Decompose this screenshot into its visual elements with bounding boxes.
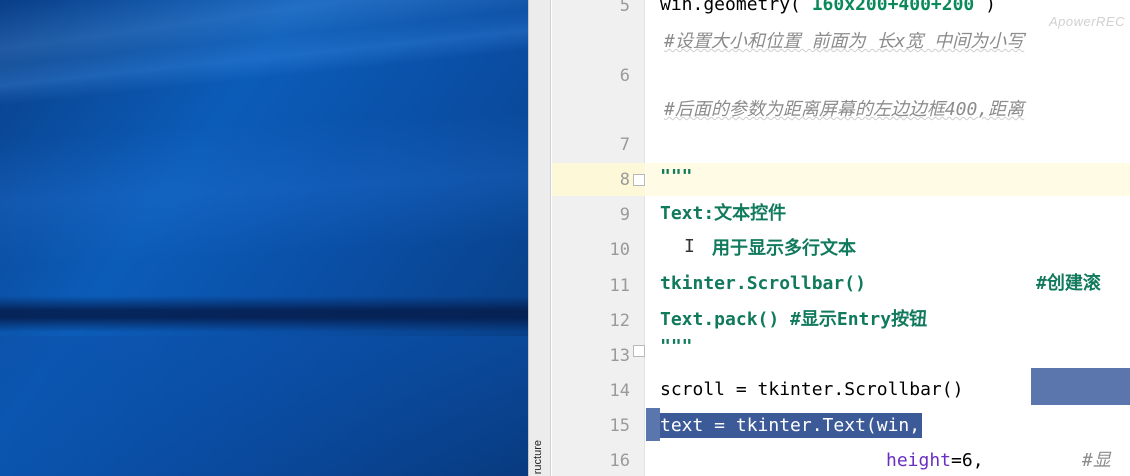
code-line[interactable]: """: [660, 336, 693, 358]
current-line-highlight: [646, 163, 1130, 196]
line-number: 8: [619, 170, 630, 190]
keyword-argument: height: [886, 450, 952, 471]
text-cursor-icon: I: [684, 236, 695, 257]
docstring-text: Text.pack() #显示Entry按钮: [660, 309, 928, 330]
code-text: ): [974, 0, 996, 15]
recorder-watermark: ApowerREC: [1048, 14, 1125, 29]
docstring-text: 用于显示多行文本: [712, 238, 856, 259]
structure-tool-strip[interactable]: ructure: [529, 0, 551, 476]
line-number: 10: [609, 240, 630, 260]
code-line[interactable]: 用于显示多行文本: [712, 238, 856, 260]
current-line-gutter-highlight: [552, 163, 645, 196]
comment: #后面的参数为距离屏幕的左边边框400,距离: [664, 99, 1025, 120]
wallpaper-lower-band: [0, 336, 528, 476]
code-text: win.geometry(: [660, 0, 812, 15]
comment: #设置大小和位置 前面为 长x宽 中间为小写: [664, 31, 1025, 52]
line-number: 13: [609, 346, 630, 366]
code-line[interactable]: #显: [1082, 450, 1111, 472]
code-text: =6,: [951, 450, 984, 471]
selected-text: text = tkinter.Text(win,: [660, 413, 923, 438]
fold-marker-icon[interactable]: [633, 345, 645, 357]
code-line[interactable]: Text.pack() #显示Entry按钮: [660, 309, 927, 331]
wallpaper-light-beam: [0, 107, 528, 270]
selection-block: [646, 408, 660, 441]
code-line[interactable]: Text:文本控件: [660, 203, 786, 225]
desktop-wallpaper: [0, 0, 528, 476]
docstring-delimiter: """: [660, 166, 693, 187]
line-number: 5: [619, 0, 630, 16]
docstring-text: #创建滚: [1036, 273, 1101, 294]
line-number: 14: [609, 381, 630, 401]
line-number: 11: [609, 276, 630, 296]
selection-block: [1031, 368, 1130, 405]
code-editor[interactable]: ApowerREC win.geometry( 160x200+400+200 …: [646, 0, 1130, 476]
code-line[interactable]: scroll = tkinter.Scrollbar(): [660, 379, 963, 401]
line-number: 7: [619, 135, 630, 155]
line-number: 15: [609, 416, 630, 436]
code-line[interactable]: #创建滚: [1036, 273, 1101, 295]
code-line[interactable]: """: [660, 166, 693, 188]
code-text: scroll = tkinter.Scrollbar(): [660, 379, 964, 400]
line-number: 16: [609, 451, 630, 471]
fold-marker-icon[interactable]: [633, 174, 645, 186]
selected-code-line[interactable]: text = tkinter.Text(win,: [646, 413, 926, 441]
code-line[interactable]: #后面的参数为距离屏幕的左边边框400,距离: [664, 99, 1024, 121]
wallpaper-dark-band: [0, 296, 528, 332]
code-line[interactable]: win.geometry( 160x200+400+200 ): [660, 0, 996, 16]
code-line[interactable]: height=6,: [886, 450, 984, 472]
docstring-text: Text:文本控件: [660, 203, 787, 224]
code-line[interactable]: #设置大小和位置 前面为 长x宽 中间为小写: [664, 31, 1024, 53]
string-literal: 160x200+400+200: [811, 0, 975, 15]
code-line[interactable]: tkinter.Scrollbar(): [660, 273, 866, 295]
ide-window: ructure 5 6 7 8 9 10 11 12 13 14 15 16 A…: [528, 0, 1130, 476]
line-number: 9: [619, 205, 630, 225]
line-number: 6: [619, 66, 630, 86]
docstring-delimiter: """: [660, 336, 693, 357]
line-number: 12: [609, 311, 630, 331]
structure-tab-label[interactable]: ructure: [532, 440, 544, 474]
screen: ructure 5 6 7 8 9 10 11 12 13 14 15 16 A…: [0, 0, 1130, 476]
line-number-gutter: 5 6 7 8 9 10 11 12 13 14 15 16: [552, 0, 645, 476]
docstring-text: tkinter.Scrollbar(): [660, 273, 866, 294]
comment: #显: [1082, 450, 1111, 471]
